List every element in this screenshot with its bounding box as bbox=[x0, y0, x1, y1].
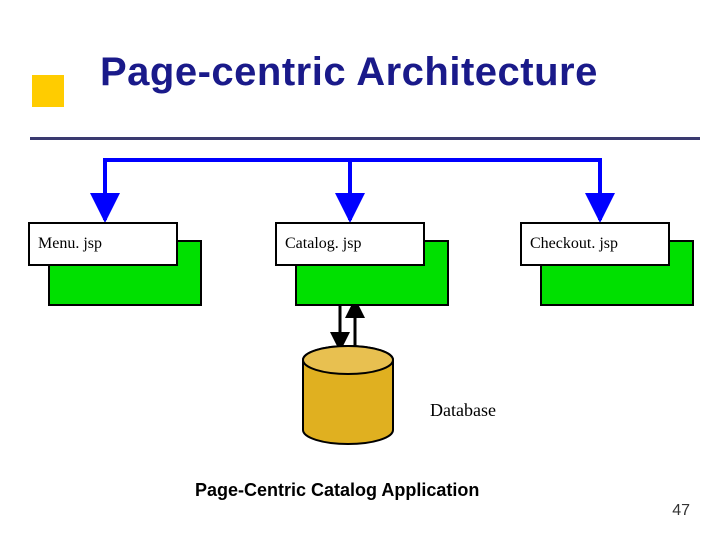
node-catalog-jsp: Catalog. jsp bbox=[275, 222, 425, 266]
title-bullet bbox=[32, 75, 64, 107]
page-number: 47 bbox=[672, 502, 690, 520]
slide-caption: Page-Centric Catalog Application bbox=[195, 480, 479, 501]
node-checkout-jsp: Checkout. jsp bbox=[520, 222, 670, 266]
database-label: Database bbox=[430, 400, 496, 421]
node-menu-jsp: Menu. jsp bbox=[28, 222, 178, 266]
slide-title: Page-centric Architecture bbox=[100, 50, 598, 95]
title-underline bbox=[30, 137, 700, 140]
